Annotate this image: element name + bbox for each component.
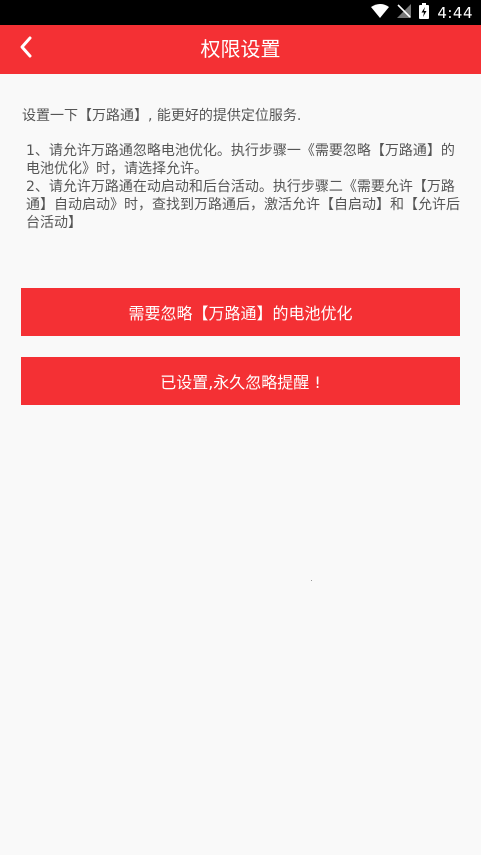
back-button[interactable] — [8, 31, 44, 67]
step-2: 2、请允许万路通在动启动和后台活动。执行步骤二《需要允许【万路通】自动启动》时，… — [26, 179, 460, 231]
ignore-battery-optimization-button[interactable]: 需要忽略【万路通】的电池优化 — [21, 288, 460, 336]
status-time: 4:44 — [437, 3, 473, 22]
speck-dot — [311, 580, 312, 581]
ignore-reminder-button[interactable]: 已设置,永久忽略提醒 ! — [21, 357, 460, 405]
no-signal-icon — [397, 3, 412, 22]
status-icons: 4:44 — [371, 0, 473, 25]
step-1: 1、请允许万路通忽略电池优化。执行步骤一《需要忽略【万路通】的电池优化》时，请选… — [26, 143, 455, 177]
chevron-left-icon — [18, 35, 34, 63]
wifi-icon — [371, 3, 390, 22]
steps-list: 1、请允许万路通忽略电池优化。执行步骤一《需要忽略【万路通】的电池优化》时，请选… — [22, 142, 462, 232]
page-title: 权限设置 — [200, 37, 281, 61]
app-bar: 权限设置 — [0, 25, 481, 74]
battery-charging-icon — [419, 2, 430, 23]
status-bar: 4:44 — [0, 0, 481, 25]
intro-text: 设置一下【万路通】, 能更好的提供定位服务. — [22, 108, 302, 124]
main-content: 设置一下【万路通】, 能更好的提供定位服务. 1、请允许万路通忽略电池优化。执行… — [22, 106, 462, 232]
